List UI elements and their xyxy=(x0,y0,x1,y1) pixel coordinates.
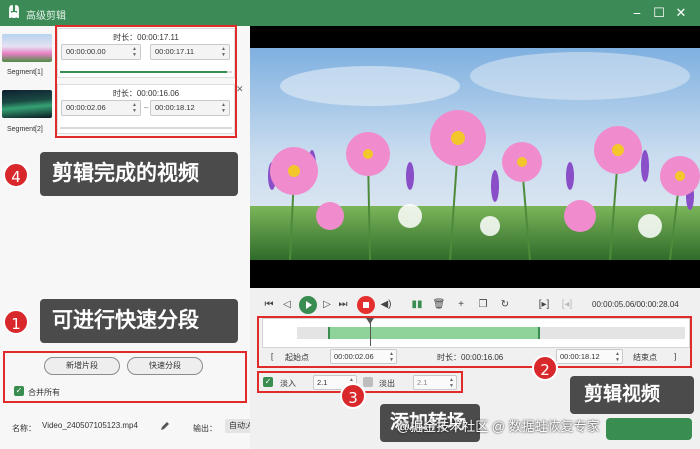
start-button[interactable] xyxy=(606,418,692,440)
callout-quick-split: 可进行快速分段 xyxy=(40,299,238,343)
callout-number-2: 2 xyxy=(532,355,558,381)
segment-label-1: Segment[1] xyxy=(7,69,43,76)
callout-number-1: 1 xyxy=(3,309,29,335)
video-preview[interactable] xyxy=(250,26,700,288)
stop-button[interactable] xyxy=(357,296,375,314)
delete-icon[interactable]: 🗑 xyxy=(432,298,446,312)
output-label: 输出： xyxy=(193,424,217,433)
segment-close-icon[interactable]: ✕ xyxy=(236,84,244,95)
watermark-text: @掘金技术社区 @ 数据蛙恢复专家 xyxy=(397,419,600,434)
advanced-edit-window: 高级剪辑 ⎯ ☐ ✕ Segment[1] Segment[2] 时长：00:0… xyxy=(0,0,700,449)
highlight-box-split xyxy=(3,351,247,403)
skip-end-icon[interactable]: ⏭ xyxy=(336,298,350,312)
video-frame-image xyxy=(250,26,700,288)
file-name-label: 名称： xyxy=(12,424,36,433)
callout-edit-video: 剪辑视频 xyxy=(570,376,694,414)
window-title: 高级剪辑 xyxy=(26,11,66,22)
playback-time: 00:00:05.06/00:00:28.04 xyxy=(592,300,679,309)
segment-thumbnail-2[interactable] xyxy=(2,90,52,118)
next-frame-icon[interactable]: ▷ xyxy=(320,298,334,312)
segment-label-2: Segment[2] xyxy=(7,126,43,133)
copy-icon[interactable]: ❐ xyxy=(476,298,490,312)
callout-number-4: 4 xyxy=(3,162,29,188)
reset-icon[interactable]: ↻ xyxy=(498,298,512,312)
prev-frame-icon[interactable]: ◁ xyxy=(280,298,294,312)
split-icon[interactable]: ▮▮ xyxy=(410,298,424,312)
add-icon[interactable]: + xyxy=(454,298,468,312)
minimize-button[interactable]: ⎯ xyxy=(628,4,646,22)
edit-pencil-icon[interactable] xyxy=(160,421,170,431)
play-button[interactable] xyxy=(299,296,317,314)
mark-in-icon[interactable]: [▸] xyxy=(537,298,551,312)
close-button[interactable]: ✕ xyxy=(672,4,690,22)
highlight-box-trim xyxy=(257,316,692,368)
maximize-button[interactable]: ☐ xyxy=(650,4,668,22)
skip-start-icon[interactable]: ⏮ xyxy=(262,298,276,312)
stop-icon xyxy=(363,302,369,308)
app-logo-icon xyxy=(9,5,19,18)
highlight-box-segments xyxy=(55,25,237,138)
volume-icon[interactable]: ◀) xyxy=(379,298,393,312)
title-bar: 高级剪辑 ⎯ ☐ ✕ xyxy=(0,0,700,26)
file-name-value: Video_240507105123.mp4 xyxy=(42,421,138,430)
callout-finished-video: 剪辑完成的视频 xyxy=(40,152,238,196)
segment-thumbnail-1[interactable] xyxy=(2,34,52,62)
mark-out-icon[interactable]: [◂] xyxy=(560,298,574,312)
callout-number-3: 3 xyxy=(340,383,366,409)
play-icon xyxy=(306,301,312,309)
